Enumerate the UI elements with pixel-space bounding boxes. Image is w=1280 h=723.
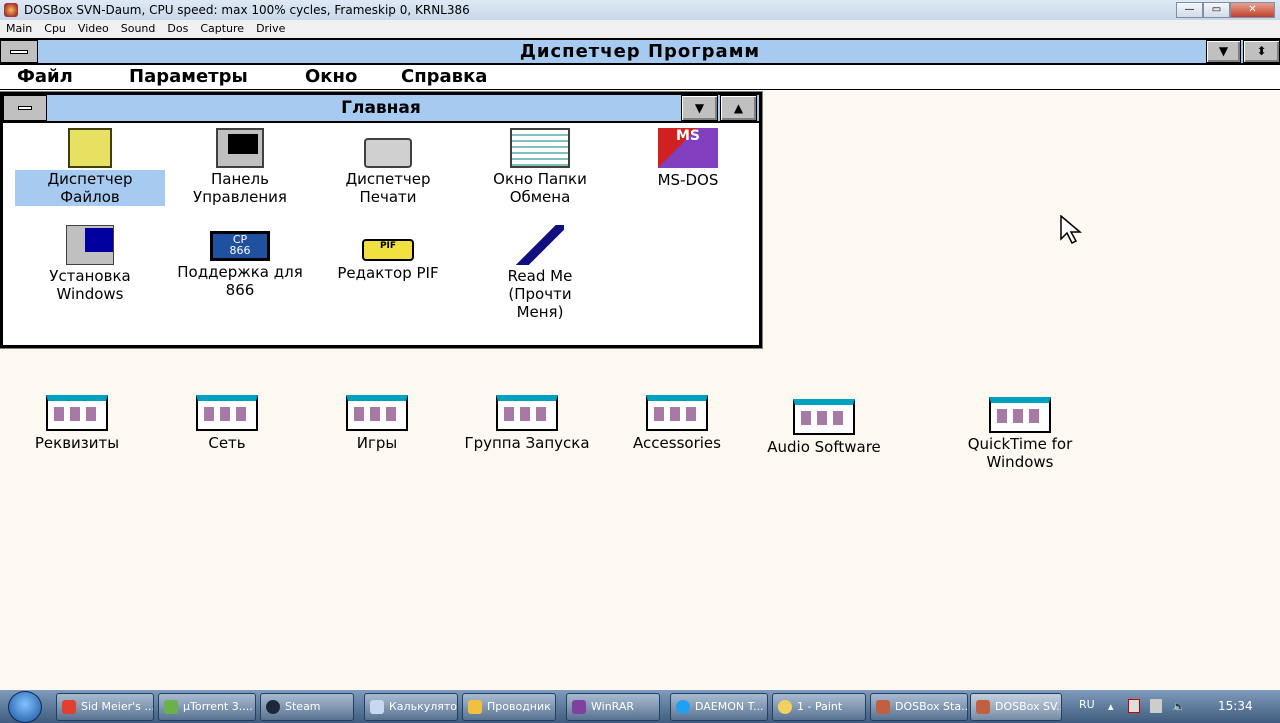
taskbar-item[interactable]: DOSBox Sta...	[870, 693, 968, 721]
close-button[interactable]: ✕	[1230, 2, 1275, 18]
start-button[interactable]	[8, 691, 42, 723]
program-group-icon	[496, 395, 558, 431]
clock[interactable]: 15:34	[1218, 699, 1253, 713]
dosbox-icon	[876, 700, 890, 714]
group-title: Главная	[341, 98, 421, 118]
msdos-icon: MS	[658, 128, 718, 168]
program-group-icon	[989, 397, 1051, 433]
program-group-icon	[46, 395, 108, 431]
group-icon-network[interactable]: Сеть	[152, 395, 302, 452]
minimize-button[interactable]: ▼	[1206, 40, 1241, 63]
program-icon-file-manager[interactable]: Диспетчер Файлов	[15, 128, 165, 206]
taskbar-item[interactable]: Steam	[260, 693, 354, 721]
taskbar-item-active[interactable]: DOSBox SV...	[970, 693, 1062, 721]
program-manager-title-bar: Диспетчер Программ ▼ ⬍	[0, 38, 1280, 65]
action-center-icon[interactable]	[1128, 699, 1140, 713]
menu-dos[interactable]: Dos	[161, 20, 194, 38]
program-group-icon	[346, 395, 408, 431]
program-icon-clipboard[interactable]: Окно Папки Обмена	[465, 128, 615, 206]
paint-icon	[778, 700, 792, 714]
menu-cpu[interactable]: Cpu	[38, 20, 72, 38]
file-cabinet-icon	[68, 128, 112, 168]
program-icon-pif-editor[interactable]: PIF Редактор PIF	[313, 225, 463, 282]
menu-help[interactable]: Справка	[401, 65, 487, 89]
readme-icon	[516, 225, 564, 265]
taskbar-item[interactable]: WinRAR	[566, 693, 660, 721]
group-minimize-button[interactable]: ▼	[681, 95, 718, 121]
program-group-icon	[793, 399, 855, 435]
program-icon-setup[interactable]: Установка Windows	[15, 225, 165, 303]
menu-drive[interactable]: Drive	[250, 20, 291, 38]
menu-window[interactable]: Окно	[305, 65, 357, 89]
dosbox-icon	[4, 3, 18, 17]
dosbox-menu-bar: Main Cpu Video Sound Dos Capture Drive	[0, 20, 1280, 38]
main-group-window: Главная ▼ ▲ Диспетчер Файлов Панель Упра…	[0, 91, 763, 349]
group-title-bar: Главная ▼ ▲	[3, 95, 759, 123]
menu-sound[interactable]: Sound	[115, 20, 162, 38]
daemon-tools-icon	[676, 700, 690, 714]
explorer-icon	[468, 700, 482, 714]
taskbar-item[interactable]: Проводник	[462, 693, 556, 721]
dosbox-icon	[976, 700, 990, 714]
taskbar-item[interactable]: Калькулятор	[364, 693, 458, 721]
windows-taskbar: Sid Meier's ... µTorrent 3.... Steam Кал…	[0, 690, 1280, 723]
program-icon-print-manager[interactable]: Диспетчер Печати	[313, 128, 463, 206]
menu-main[interactable]: Main	[0, 20, 38, 38]
group-maximize-button[interactable]: ▲	[720, 95, 757, 121]
control-panel-icon	[216, 128, 264, 168]
program-icon-cp866[interactable]: CP 866 Поддержка для 866	[165, 225, 315, 299]
maximize-button[interactable]: ▭	[1203, 2, 1230, 18]
volume-icon[interactable]: 🔈	[1172, 700, 1186, 713]
steam-icon	[266, 700, 280, 714]
menu-file[interactable]: Файл	[17, 65, 73, 89]
mouse-cursor-icon	[1060, 215, 1083, 245]
program-manager-menu: Файл Параметры Окно Справка	[0, 65, 1280, 90]
group-icon-accessories-ru[interactable]: Реквизиты	[2, 395, 152, 452]
chrome-icon	[62, 700, 76, 714]
utorrent-icon	[164, 700, 178, 714]
pif-icon: PIF	[362, 239, 414, 261]
language-indicator[interactable]: RU	[1079, 698, 1095, 711]
calculator-icon	[370, 700, 384, 714]
menu-capture[interactable]: Capture	[194, 20, 250, 38]
clipboard-icon	[510, 128, 570, 168]
program-group-icon	[646, 395, 708, 431]
program-icon-control-panel[interactable]: Панель Управления	[165, 128, 315, 206]
group-icon-audio-software[interactable]: Audio Software	[744, 399, 904, 456]
cp866-icon: CP 866	[210, 231, 270, 261]
show-hidden-icons[interactable]: ▴	[1108, 700, 1114, 713]
group-icon-quicktime[interactable]: QuickTime for Windows	[945, 397, 1095, 471]
program-group-icon	[196, 395, 258, 431]
taskbar-item[interactable]: µTorrent 3....	[158, 693, 256, 721]
group-icon-games[interactable]: Игры	[302, 395, 452, 452]
taskbar-item[interactable]: Sid Meier's ...	[56, 693, 154, 721]
group-icon-accessories[interactable]: Accessories	[602, 395, 752, 452]
taskbar-item[interactable]: 1 - Paint	[772, 693, 866, 721]
menu-video[interactable]: Video	[72, 20, 115, 38]
printer-icon	[364, 138, 412, 168]
restore-button[interactable]: ⬍	[1243, 40, 1280, 63]
group-icon-startup[interactable]: Группа Запуска	[442, 395, 612, 452]
window-title-bar: DOSBox SVN-Daum, CPU speed: max 100% cyc…	[0, 0, 1280, 20]
window-title: DOSBox SVN-Daum, CPU speed: max 100% cyc…	[24, 3, 470, 17]
minimize-button[interactable]: —	[1176, 2, 1203, 18]
program-icon-readme[interactable]: Read Me (Прочти Меня)	[465, 225, 615, 321]
winrar-icon	[572, 700, 586, 714]
program-icon-msdos[interactable]: MS MS-DOS	[613, 128, 763, 189]
program-manager-title: Диспетчер Программ	[519, 41, 761, 62]
taskbar-item[interactable]: DAEMON T...	[670, 693, 768, 721]
network-icon[interactable]	[1150, 699, 1162, 713]
setup-icon	[66, 225, 114, 265]
menu-options[interactable]: Параметры	[129, 65, 248, 89]
